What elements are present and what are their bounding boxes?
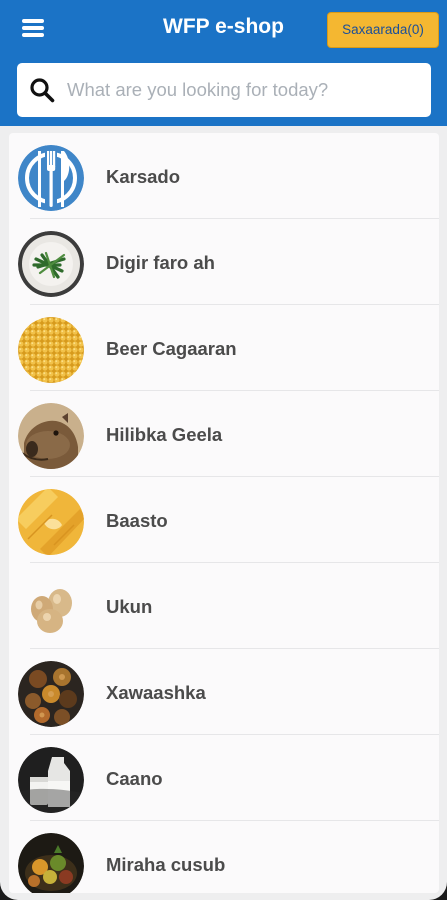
search-input[interactable] xyxy=(67,63,422,117)
eggs-image xyxy=(18,575,84,641)
category-item-xawaashka[interactable]: Xawaashka xyxy=(9,649,439,735)
category-label: Caano xyxy=(106,768,163,789)
menu-line xyxy=(22,26,44,30)
corn-image xyxy=(18,317,84,383)
category-item-karsado[interactable]: Karsado xyxy=(9,133,439,219)
cutlery-icon xyxy=(18,145,84,211)
category-item-beer-cagaaran[interactable]: Beer Cagaaran xyxy=(9,305,439,391)
category-label: Ukun xyxy=(106,596,153,617)
category-item-baasto[interactable]: Baasto xyxy=(9,477,439,563)
cart-button[interactable]: Saxaarada(0) xyxy=(327,12,439,48)
app-header: WFP e-shop Saxaarada(0) xyxy=(0,0,447,126)
milk-image xyxy=(18,747,84,813)
category-item-caano[interactable]: Caano xyxy=(9,735,439,821)
category-label: Hilibka Geela xyxy=(106,424,223,445)
category-label: Digir faro ah xyxy=(106,252,215,273)
fresh-fruit-image xyxy=(18,833,84,893)
category-item-digir-faro-ah[interactable]: Digir faro ah xyxy=(9,219,439,305)
menu-line xyxy=(22,33,44,37)
search-bar[interactable] xyxy=(17,63,431,117)
category-label: Baasto xyxy=(106,510,168,531)
app-screen: WFP e-shop Saxaarada(0) What are you loo… xyxy=(0,0,447,900)
menu-line xyxy=(22,19,44,23)
pasta-image xyxy=(18,489,84,555)
camel-image xyxy=(18,403,84,469)
category-label: Karsado xyxy=(106,166,181,187)
category-label: Xawaashka xyxy=(106,682,206,703)
category-item-ukun[interactable]: Ukun xyxy=(9,563,439,649)
green-beans-image xyxy=(18,231,84,297)
hamburger-menu-icon[interactable] xyxy=(22,17,46,39)
search-icon xyxy=(30,78,55,103)
category-list: Karsado Digir faro ah Beer Cagaaran Hili… xyxy=(9,133,439,893)
category-item-hilibka-geela[interactable]: Hilibka Geela xyxy=(9,391,439,477)
spices-image xyxy=(18,661,84,727)
category-item-miraha-cusub[interactable]: Miraha cusub xyxy=(9,821,439,893)
category-label: Miraha cusub xyxy=(106,854,226,875)
category-label: Beer Cagaaran xyxy=(106,338,237,359)
